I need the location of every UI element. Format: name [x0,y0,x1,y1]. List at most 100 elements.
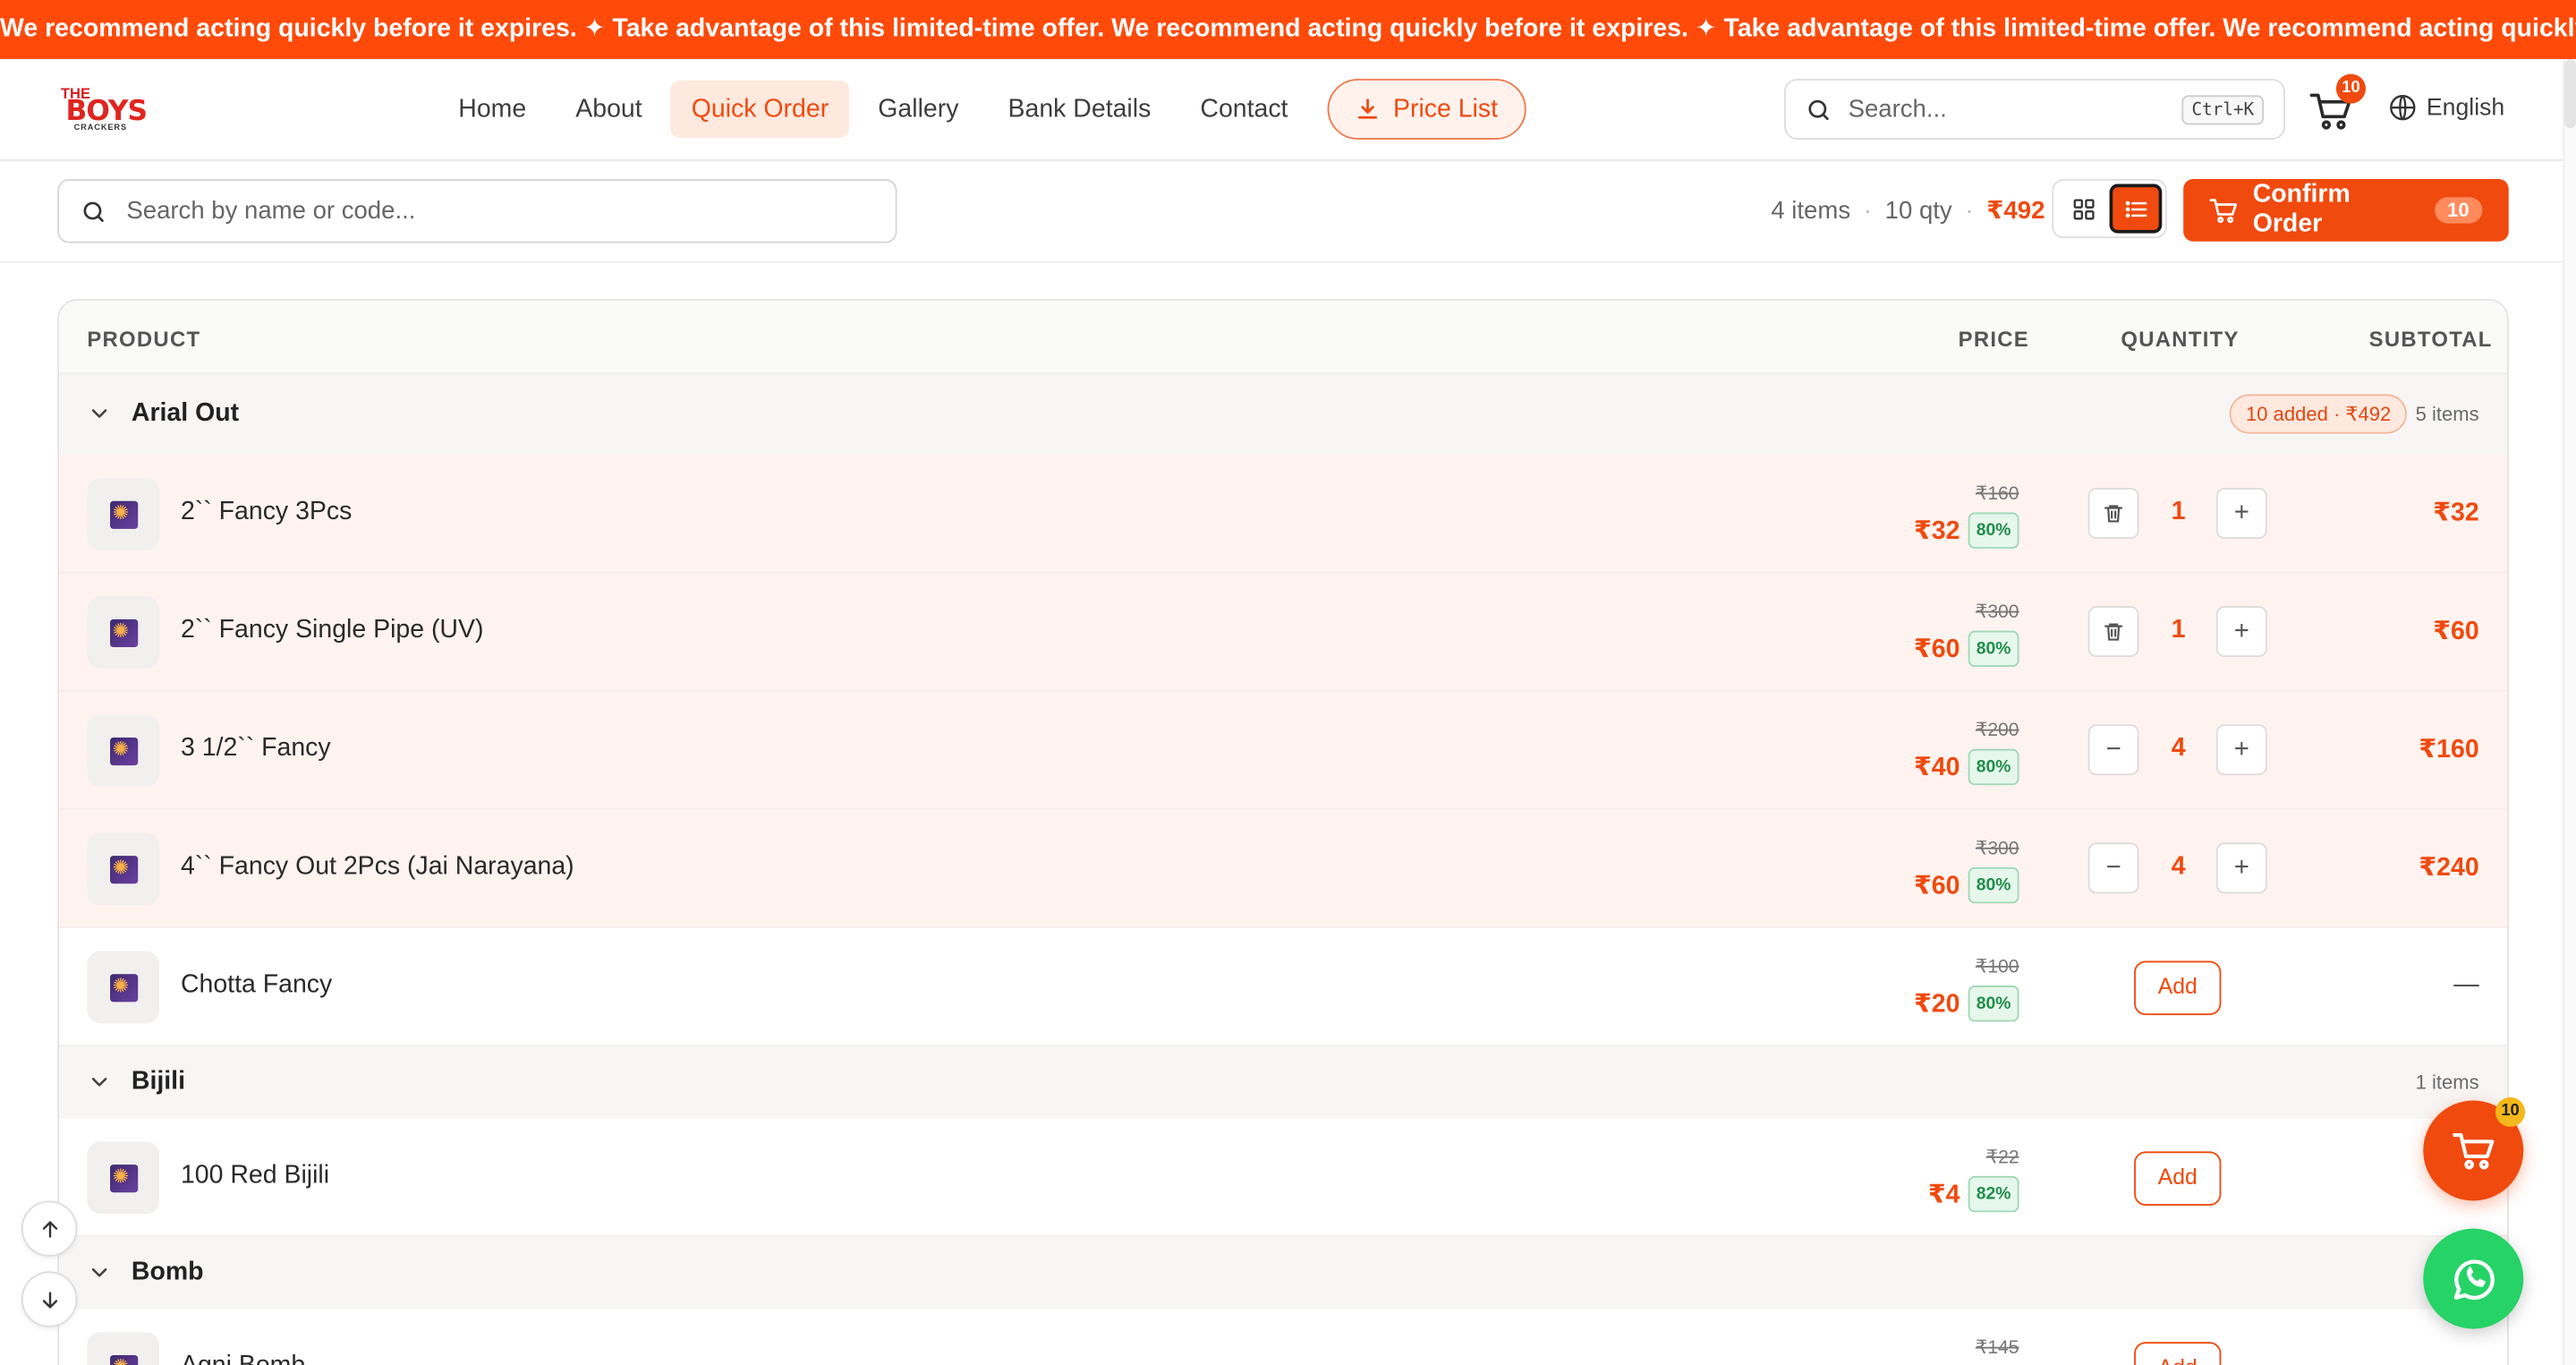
decrement-button[interactable]: − [2087,724,2139,776]
price-list-button[interactable]: Price List [1327,79,1526,140]
confirm-order-button[interactable]: Confirm Order 10 [2183,179,2509,242]
row-subtotal: ₹160 [2419,736,2479,764]
chevron-down-icon [91,1268,107,1277]
plus-icon: + [2233,853,2249,882]
remove-button[interactable] [2087,606,2139,658]
logo-text-main: BOYS [65,95,148,129]
original-price: ₹100 [1975,957,2019,977]
product-thumbnail [87,832,160,906]
product-thumbnail [87,951,160,1024]
discount-badge: 80% [1968,985,2019,1022]
row-subtotal: ₹60 [2433,617,2479,646]
original-price: ₹160 [1975,484,2019,505]
header-cart-button[interactable]: 10 [2309,73,2366,132]
category-item-count: 5 items [2415,402,2479,426]
add-to-order-button[interactable]: Add [2134,1151,2222,1206]
original-price: ₹300 [1975,839,2019,859]
sale-price: ₹4 [1927,1181,1960,1209]
increment-button[interactable]: + [2215,606,2267,658]
sale-price: ₹60 [1913,636,1960,664]
column-price: PRICE [1958,327,2030,352]
nav-quick-order[interactable]: Quick Order [669,80,851,139]
increment-button[interactable]: + [2215,488,2267,539]
product-name: 3 1/2`` Fancy [180,734,331,763]
language-label: English [2426,94,2505,121]
increment-button[interactable]: + [2215,842,2267,894]
nav-bank-details[interactable]: Bank Details [987,81,1173,138]
minus-icon: − [2105,853,2121,882]
add-to-order-button[interactable]: Add [2134,960,2222,1016]
language-selector[interactable]: English [2389,94,2505,122]
discount-badge: 80% [1968,866,2019,904]
increment-button[interactable]: + [2215,724,2267,776]
plus-icon: + [2233,498,2249,527]
order-summary: 4 items · 10 qty · ₹492 [1771,195,2045,225]
nav-contact[interactable]: Contact [1179,81,1310,138]
floating-cart-badge: 10 [2495,1096,2526,1127]
summary-items: 4 items [1771,196,1851,225]
grid-view-button[interactable] [2057,184,2110,234]
discount-badge: 80% [1968,630,2019,668]
category-group-header[interactable]: Arial Out 10 added · ₹492 5 items [59,374,2507,456]
table-row: 4`` Fancy Out 2Pcs (Jai Narayana) ₹300 ₹… [59,809,2507,928]
nav-about[interactable]: About [554,81,663,138]
summary-total: ₹492 [1986,197,2045,226]
header-search-placeholder: Search... [1848,95,1947,124]
product-name: Agni Bomb [181,1352,305,1365]
category-group-header[interactable]: Bijili 1 items [59,1045,2507,1119]
remove-button[interactable] [2087,488,2139,539]
quantity-value: 4 [2171,852,2186,881]
discount-badge: 80% [1968,748,2019,786]
product-search-input[interactable]: Search by name or code... [57,179,897,243]
product-thumbnail [87,1141,160,1215]
nav-gallery[interactable]: Gallery [856,81,980,138]
search-shortcut-hint: Ctrl+K [2181,94,2265,124]
trash-icon [2104,623,2123,641]
original-price: ₹145 [1975,1338,2019,1359]
row-subtotal: — [2453,970,2479,999]
category-item-count: 1 items [2415,1071,2479,1095]
list-view-button[interactable] [2109,183,2163,234]
discount-badge: 82% [1968,1175,2019,1213]
page-scrollbar[interactable] [2563,59,2576,1365]
download-icon [1357,98,1378,119]
product-name: 2`` Fancy 3Pcs [180,498,353,526]
category-group-header[interactable]: Bomb 5 [59,1236,2507,1310]
category-name: Bijili [131,1067,185,1096]
list-icon [2124,200,2147,218]
scroll-top-button[interactable] [21,1200,78,1257]
whatsapp-icon [2453,1258,2494,1300]
table-row: 2`` Fancy Single Pipe (UV) ₹300 ₹60 80% … [59,573,2507,692]
header-search-input[interactable]: Search... Ctrl+K [1784,79,2286,140]
sale-price: ₹32 [1913,517,1960,546]
category-name: Bomb [131,1258,204,1286]
trash-icon [2104,505,2123,523]
column-quantity: QUANTITY [2121,327,2240,352]
floating-cart-button[interactable]: 10 [2423,1096,2526,1201]
table-row: 100 Red Bijili ₹22 ₹4 82% Add [59,1119,2507,1237]
page-scrollbar-thumb[interactable] [2564,59,2576,129]
scroll-bottom-button[interactable] [21,1271,78,1327]
main-nav: Home About Quick Order Gallery Bank Deta… [437,79,1526,140]
decrement-button[interactable]: − [2087,842,2139,894]
column-subtotal: SUBTOTAL [2368,327,2493,352]
table-header: PRODUCT PRICE QUANTITY SUBTOTAL [59,300,2507,375]
product-name: 2`` Fancy Single Pipe (UV) [180,616,484,644]
product-name: Chotta Fancy [180,970,333,999]
table-row: Agni Bomb ₹145 Add [59,1310,2507,1365]
product-thumbnail [87,478,160,550]
minus-icon: − [2105,735,2121,764]
chevron-down-icon [91,409,107,418]
chevron-down-icon [91,1078,107,1087]
sale-price: ₹40 [1913,754,1960,782]
add-to-order-button[interactable]: Add [2134,1342,2222,1365]
arrow-down-icon [41,1291,57,1308]
nav-home[interactable]: Home [437,81,548,138]
search-icon [83,200,104,221]
brand-logo[interactable]: THE BOYS CRACKERS [61,86,153,133]
cart-icon [2452,1132,2494,1169]
price-list-label: Price List [1392,94,1499,123]
whatsapp-button[interactable] [2423,1228,2524,1329]
logo-text-sub: CRACKERS [73,123,128,133]
plus-icon: + [2233,617,2249,645]
